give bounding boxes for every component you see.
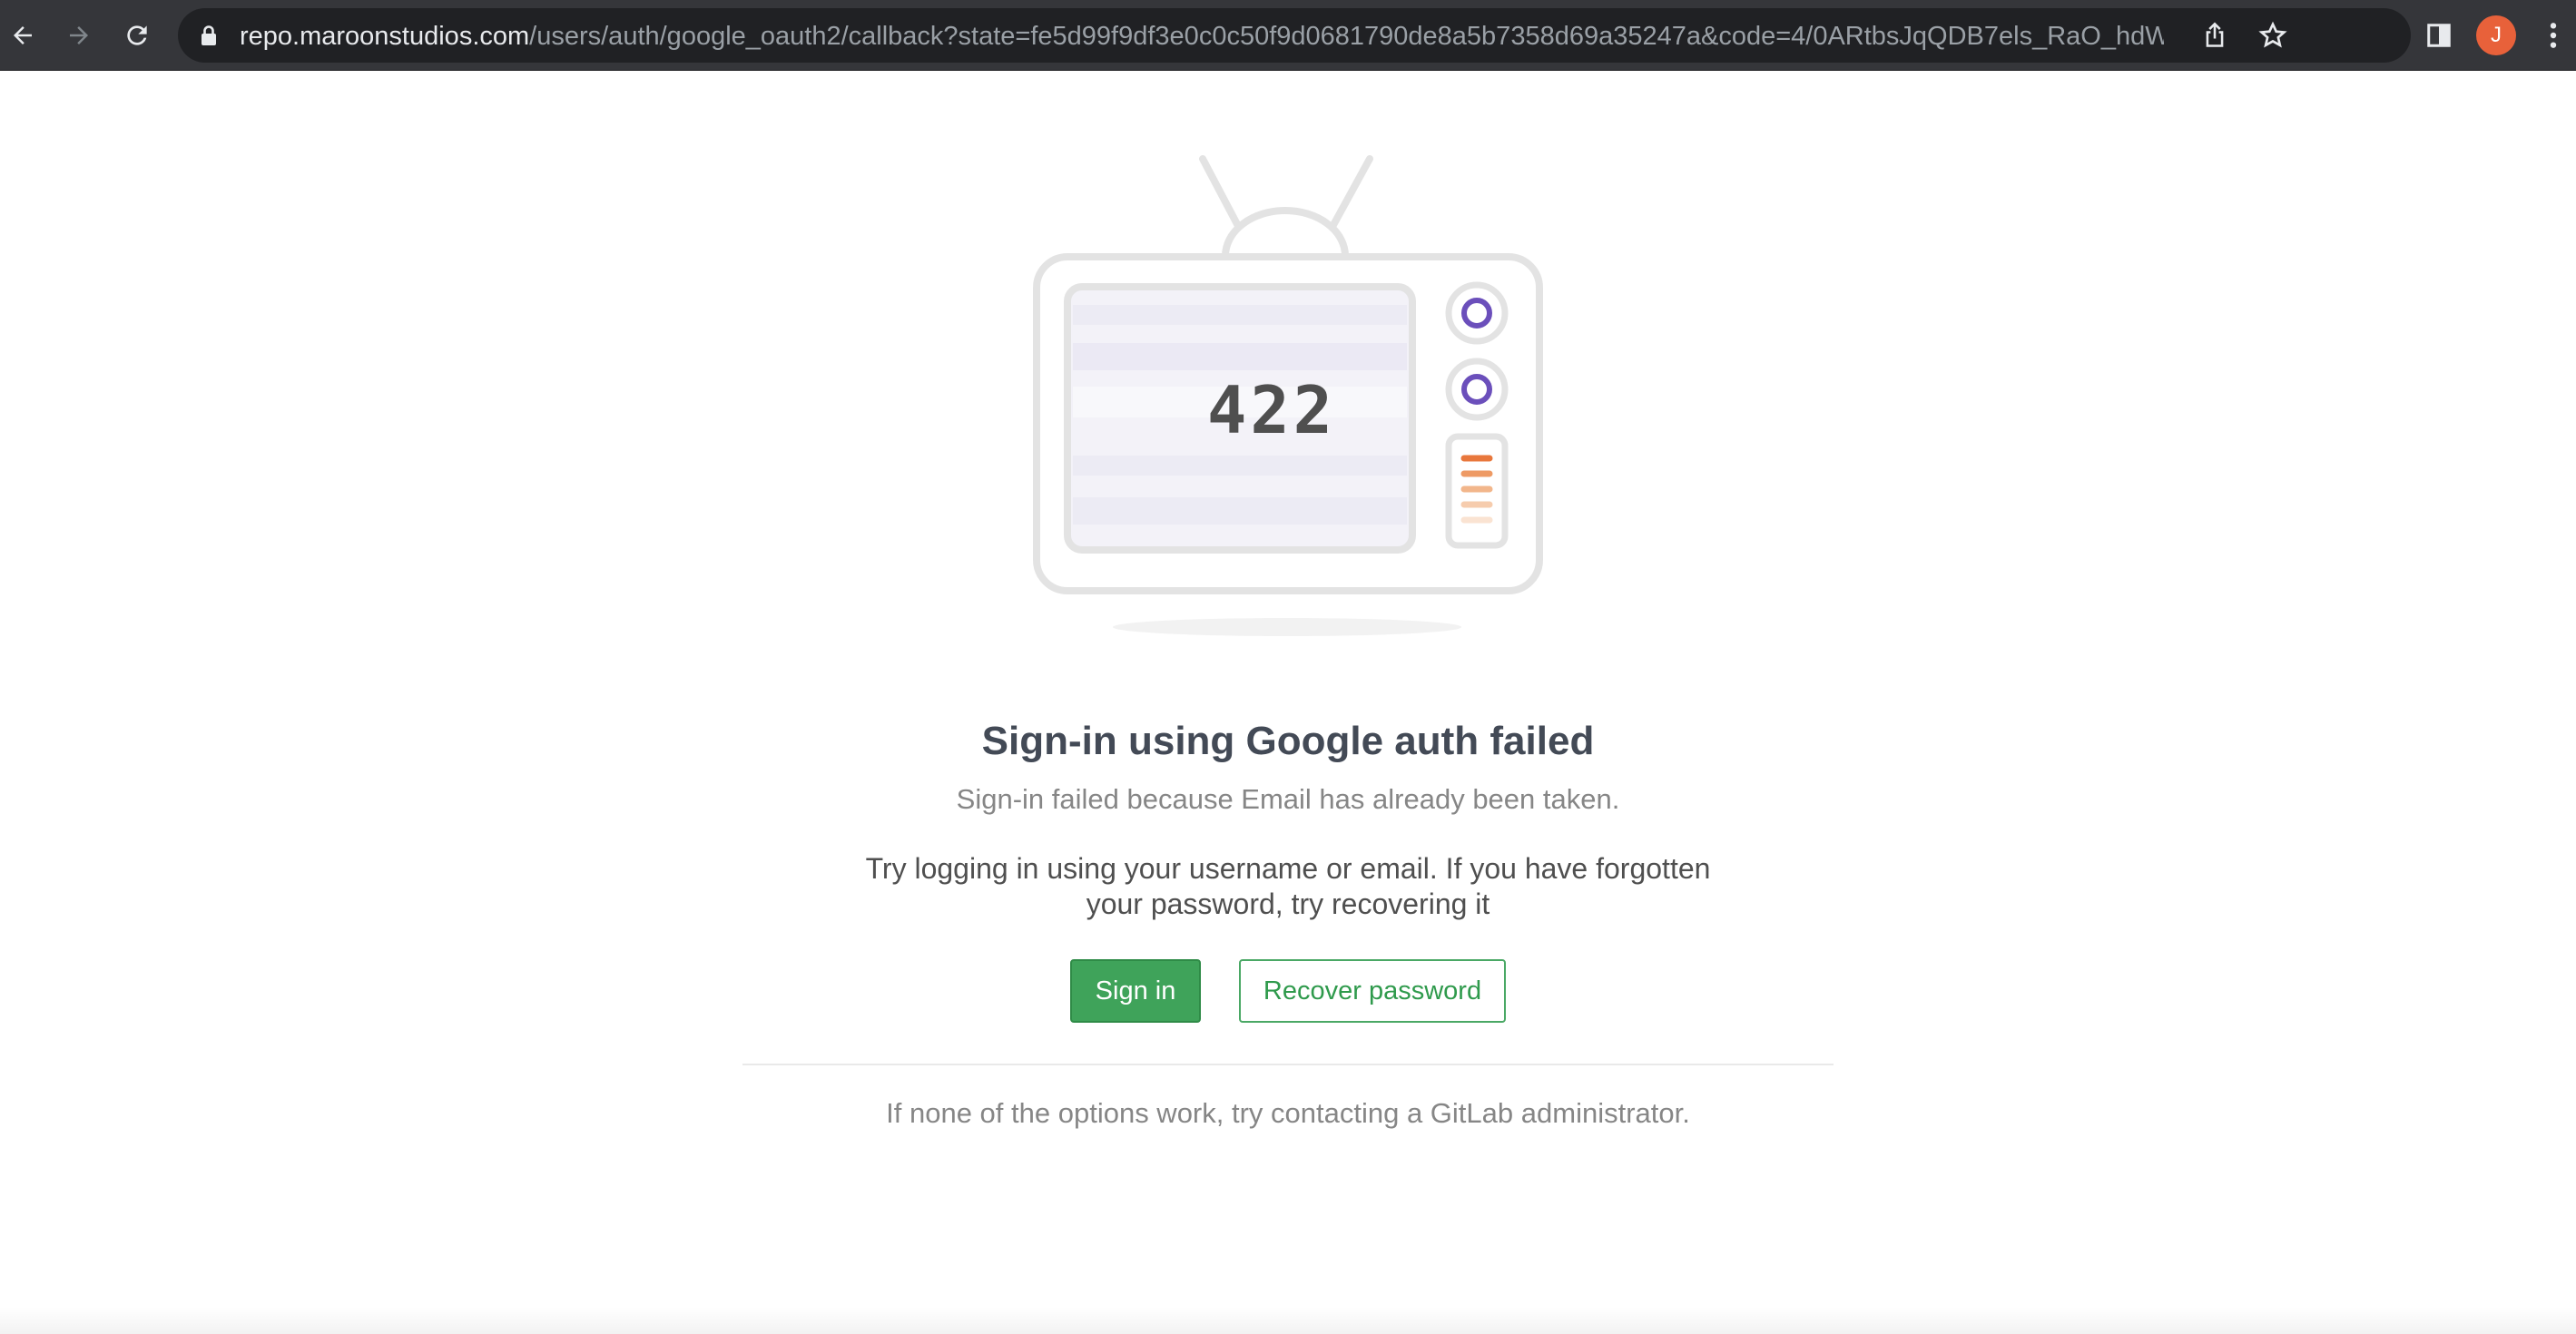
address-bar[interactable]: repo.maroonstudios.com/users/auth/google… [178,8,2411,63]
reload-icon [127,25,147,45]
side-panel-button[interactable] [2416,13,2462,58]
share-icon [2206,22,2224,47]
forward-arrow-icon [70,26,88,44]
url-host: repo.maroonstudios.com [240,22,530,51]
kebab-menu-icon [2550,23,2557,48]
bookmark-button[interactable] [2255,17,2291,54]
recover-password-button[interactable]: Recover password [1239,959,1506,1023]
sign-in-button[interactable]: Sign in [1070,959,1201,1023]
browser-menu-button[interactable] [2531,13,2576,58]
star-icon [2258,21,2287,48]
broken-tv-illustration: 422 [1017,151,1561,650]
page-title: Sign-in using Google auth failed [981,719,1595,763]
url-path: /users/auth/google_oauth2/callback?state… [529,22,2164,51]
reload-button[interactable] [114,13,160,58]
divider [742,1064,1834,1065]
error-code: 422 [1206,372,1337,448]
back-arrow-icon [14,26,32,44]
browser-toolbar: repo.maroonstudios.com/users/auth/google… [0,0,2576,71]
lock-icon [202,25,216,45]
bottom-shade [0,1307,2576,1334]
help-text: Try logging in using your username or em… [865,852,1711,920]
back-button[interactable] [0,13,45,58]
url-text[interactable]: repo.maroonstudios.com/users/auth/google… [240,21,2164,52]
share-button[interactable] [2197,17,2233,54]
forward-button[interactable] [56,13,102,58]
action-buttons: Sign in Recover password [0,959,2576,1023]
profile-avatar[interactable]: J [2476,15,2516,55]
footer-note: If none of the options work, try contact… [886,1097,1690,1129]
error-subtitle: Sign-in failed because Email has already… [956,783,1620,815]
error-page: 422 Sign-in using Google auth failed Sig… [0,71,2576,1334]
side-panel-icon [2427,24,2451,47]
